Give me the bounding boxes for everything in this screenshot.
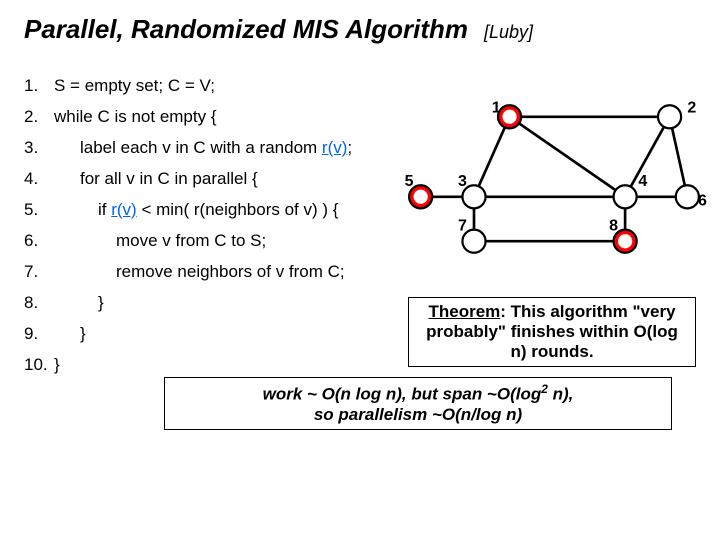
graph-node-label: 2 — [687, 99, 696, 116]
complexity-line-2: so parallelism ~O(n/log n) — [314, 405, 522, 424]
line-text: } — [54, 356, 60, 373]
line-num: 10. — [24, 356, 54, 373]
graph-edge — [510, 117, 626, 197]
citation: [Luby] — [484, 22, 533, 43]
line-text: } — [54, 325, 86, 342]
graph-diagram: 1 2 3 4 5 6 7 8 — [394, 59, 714, 299]
line-text: move v from C to S; — [54, 232, 266, 249]
line-text: S = empty set; C = V; — [54, 77, 215, 94]
graph-node — [676, 185, 699, 208]
line-text: while C is not empty { — [54, 108, 217, 125]
graph-nodes — [409, 105, 699, 253]
graph-node-inner — [502, 110, 516, 124]
graph-node-label: 4 — [638, 173, 647, 190]
line-num: 6. — [24, 232, 54, 249]
line-num: 3. — [24, 139, 54, 156]
line-text: remove neighbors of v from C; — [54, 263, 345, 280]
line-num: 5. — [24, 201, 54, 218]
graph-node-inner — [414, 190, 428, 204]
graph-node-label: 3 — [458, 173, 467, 190]
line-num: 4. — [24, 170, 54, 187]
rv-link: r(v) — [322, 138, 347, 157]
graph-node-label: 5 — [405, 173, 414, 190]
line-text: if r(v) < min( r(neighbors of v) ) { — [54, 201, 338, 218]
graph-node — [658, 105, 681, 128]
rv-link: r(v) — [111, 200, 136, 219]
line-text: label each v in C with a random r(v); — [54, 139, 352, 156]
superscript-2: 2 — [541, 382, 548, 396]
graph-node — [614, 185, 637, 208]
graph-node-inner — [618, 234, 632, 248]
line-num: 7. — [24, 263, 54, 280]
theorem-label: Theorem — [428, 302, 500, 321]
title-row: Parallel, Randomized MIS Algorithm [Luby… — [24, 14, 696, 45]
complexity-box: work ~ O(n log n), but span ~O(log2 n), … — [164, 377, 672, 430]
graph-edge — [474, 117, 510, 197]
line-text: } — [54, 294, 104, 311]
text: label each v in C with a random — [80, 138, 322, 157]
line-text: for all v in C in parallel { — [54, 170, 258, 187]
line-num: 8. — [24, 294, 54, 311]
graph-node-label: 1 — [492, 99, 501, 116]
text: ; — [347, 138, 352, 157]
graph-node-label: 7 — [458, 218, 467, 235]
line-num: 2. — [24, 108, 54, 125]
line-num: 1. — [24, 77, 54, 94]
graph-node-label: 8 — [609, 218, 618, 235]
page-title: Parallel, Randomized MIS Algorithm — [24, 14, 468, 45]
complexity-line-1b: n), — [548, 385, 574, 404]
text: < min( r(neighbors of v) ) { — [137, 200, 339, 219]
text: if — [98, 200, 111, 219]
graph-node-label: 6 — [698, 193, 707, 210]
line-num: 9. — [24, 325, 54, 342]
complexity-line-1a: work ~ O(n log n), but span ~O(log — [263, 385, 542, 404]
content: 1. S = empty set; C = V; 2. while C is n… — [24, 77, 696, 373]
theorem-box: Theorem: This algorithm "very probably" … — [408, 297, 696, 367]
